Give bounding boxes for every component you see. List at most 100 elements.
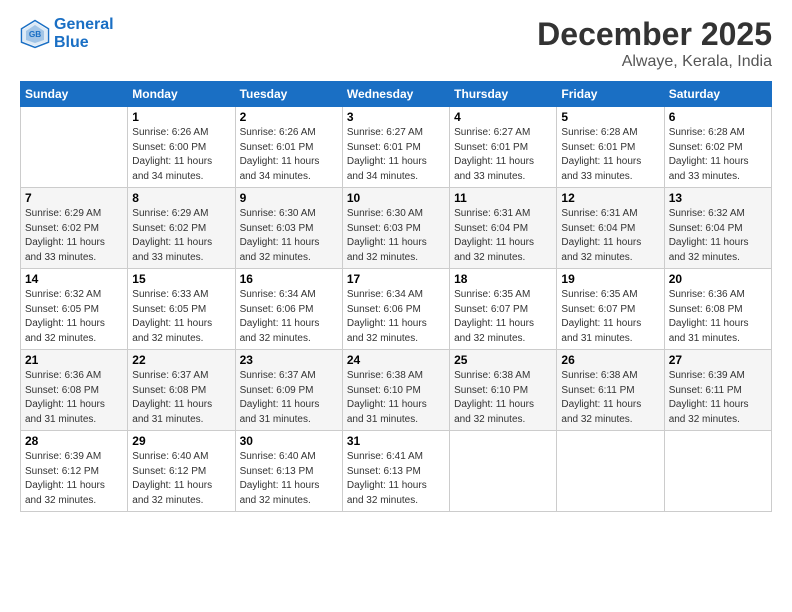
- day-number: 21: [25, 353, 123, 367]
- day-info: Sunrise: 6:33 AMSunset: 6:05 PMDaylight:…: [132, 288, 230, 346]
- day-info: Sunrise: 6:36 AMSunset: 6:08 PMDaylight:…: [25, 369, 123, 427]
- day-info: Sunrise: 6:40 AMSunset: 6:12 PMDaylight:…: [132, 450, 230, 508]
- weekday-header-sunday: Sunday: [21, 82, 128, 107]
- page-container: GB General Blue December 2025 Alwaye, Ke…: [0, 0, 792, 522]
- day-info: Sunrise: 6:30 AMSunset: 6:03 PMDaylight:…: [240, 207, 338, 265]
- day-number: 6: [669, 110, 767, 124]
- day-number: 30: [240, 434, 338, 448]
- calendar-cell: 8 Sunrise: 6:29 AMSunset: 6:02 PMDaylight…: [128, 188, 235, 269]
- calendar-cell: 30Sunrise: 6:40 AMSunset: 6:13 PMDayligh…: [235, 431, 342, 512]
- week-row-5: 28 Sunrise: 6:39 AMSunset: 6:12 PMDayligh…: [21, 431, 772, 512]
- day-number: 31: [347, 434, 445, 448]
- calendar-cell: 24Sunrise: 6:38 AMSunset: 6:10 PMDayligh…: [342, 350, 449, 431]
- day-number: 13: [669, 191, 767, 205]
- calendar-cell: 22Sunrise: 6:37 AMSunset: 6:08 PMDayligh…: [128, 350, 235, 431]
- week-row-3: 14Sunrise: 6:32 AMSunset: 6:05 PMDayligh…: [21, 269, 772, 350]
- calendar-cell: 23 Sunrise: 6:37 AMSunset: 6:09 PMDayligh…: [235, 350, 342, 431]
- calendar-cell: 26Sunrise: 6:38 AMSunset: 6:11 PMDayligh…: [557, 350, 664, 431]
- day-number: 27: [669, 353, 767, 367]
- day-info: Sunrise: 6:38 AMSunset: 6:10 PMDaylight:…: [347, 369, 445, 427]
- day-number: 10: [347, 191, 445, 205]
- day-number: 1: [132, 110, 230, 124]
- calendar-cell: 12Sunrise: 6:31 AMSunset: 6:04 PMDayligh…: [557, 188, 664, 269]
- logo: GB General Blue: [20, 16, 114, 51]
- day-number: 4: [454, 110, 552, 124]
- calendar-cell: 11 Sunrise: 6:31 AMSunset: 6:04 PMDayligh…: [450, 188, 557, 269]
- day-number: 28: [25, 434, 123, 448]
- day-number: 19: [561, 272, 659, 286]
- day-info: Sunrise: 6:39 AMSunset: 6:11 PMDaylight:…: [669, 369, 767, 427]
- month-title: December 2025: [537, 16, 772, 53]
- calendar-cell: 28 Sunrise: 6:39 AMSunset: 6:12 PMDayligh…: [21, 431, 128, 512]
- calendar-cell: 2 Sunrise: 6:26 AMSunset: 6:01 PMDaylight…: [235, 107, 342, 188]
- day-number: 8: [132, 191, 230, 205]
- day-number: 25: [454, 353, 552, 367]
- weekday-header-friday: Friday: [557, 82, 664, 107]
- day-number: 11: [454, 191, 552, 205]
- weekday-header-tuesday: Tuesday: [235, 82, 342, 107]
- day-number: 9: [240, 191, 338, 205]
- calendar-cell: 31 Sunrise: 6:41 AMSunset: 6:13 PMDayligh…: [342, 431, 449, 512]
- calendar-cell: 14Sunrise: 6:32 AMSunset: 6:05 PMDayligh…: [21, 269, 128, 350]
- week-row-4: 21 Sunrise: 6:36 AMSunset: 6:08 PMDayligh…: [21, 350, 772, 431]
- day-number: 20: [669, 272, 767, 286]
- day-info: Sunrise: 6:29 AMSunset: 6:02 PMDaylight:…: [132, 207, 230, 265]
- calendar-cell: 16Sunrise: 6:34 AMSunset: 6:06 PMDayligh…: [235, 269, 342, 350]
- calendar-cell: 20 Sunrise: 6:36 AMSunset: 6:08 PMDayligh…: [664, 269, 771, 350]
- day-info: Sunrise: 6:36 AMSunset: 6:08 PMDaylight:…: [669, 288, 767, 346]
- day-info: Sunrise: 6:38 AMSunset: 6:11 PMDaylight:…: [561, 369, 659, 427]
- calendar-cell: 3Sunrise: 6:27 AMSunset: 6:01 PMDaylight…: [342, 107, 449, 188]
- day-info: Sunrise: 6:34 AMSunset: 6:06 PMDaylight:…: [347, 288, 445, 346]
- calendar-cell: 7 Sunrise: 6:29 AMSunset: 6:02 PMDaylight…: [21, 188, 128, 269]
- weekday-header-thursday: Thursday: [450, 82, 557, 107]
- day-info: Sunrise: 6:27 AMSunset: 6:01 PMDaylight:…: [454, 126, 552, 184]
- weekday-header-monday: Monday: [128, 82, 235, 107]
- calendar-cell: 21 Sunrise: 6:36 AMSunset: 6:08 PMDayligh…: [21, 350, 128, 431]
- location: Alwaye, Kerala, India: [537, 53, 772, 71]
- calendar-cell: 13Sunrise: 6:32 AMSunset: 6:04 PMDayligh…: [664, 188, 771, 269]
- day-info: Sunrise: 6:32 AMSunset: 6:05 PMDaylight:…: [25, 288, 123, 346]
- day-info: Sunrise: 6:35 AMSunset: 6:07 PMDaylight:…: [561, 288, 659, 346]
- day-number: 29: [132, 434, 230, 448]
- day-info: Sunrise: 6:28 AMSunset: 6:02 PMDaylight:…: [669, 126, 767, 184]
- day-info: Sunrise: 6:37 AMSunset: 6:09 PMDaylight:…: [240, 369, 338, 427]
- logo-text: General Blue: [54, 16, 114, 51]
- day-info: Sunrise: 6:28 AMSunset: 6:01 PMDaylight:…: [561, 126, 659, 184]
- day-info: Sunrise: 6:34 AMSunset: 6:06 PMDaylight:…: [240, 288, 338, 346]
- day-info: Sunrise: 6:41 AMSunset: 6:13 PMDaylight:…: [347, 450, 445, 508]
- weekday-header-row: SundayMondayTuesdayWednesdayThursdayFrid…: [21, 82, 772, 107]
- calendar-cell: 1 Sunrise: 6:26 AMSunset: 6:00 PMDaylight…: [128, 107, 235, 188]
- day-info: Sunrise: 6:27 AMSunset: 6:01 PMDaylight:…: [347, 126, 445, 184]
- day-info: Sunrise: 6:26 AMSunset: 6:00 PMDaylight:…: [132, 126, 230, 184]
- day-number: 2: [240, 110, 338, 124]
- title-area: December 2025 Alwaye, Kerala, India: [537, 16, 772, 71]
- day-number: 18: [454, 272, 552, 286]
- svg-text:GB: GB: [29, 30, 41, 39]
- day-info: Sunrise: 6:37 AMSunset: 6:08 PMDaylight:…: [132, 369, 230, 427]
- calendar-cell: 9 Sunrise: 6:30 AMSunset: 6:03 PMDaylight…: [235, 188, 342, 269]
- day-number: 23: [240, 353, 338, 367]
- calendar-table: SundayMondayTuesdayWednesdayThursdayFrid…: [20, 81, 772, 512]
- day-info: Sunrise: 6:30 AMSunset: 6:03 PMDaylight:…: [347, 207, 445, 265]
- weekday-header-saturday: Saturday: [664, 82, 771, 107]
- calendar-cell: [450, 431, 557, 512]
- day-info: Sunrise: 6:29 AMSunset: 6:02 PMDaylight:…: [25, 207, 123, 265]
- calendar-cell: [664, 431, 771, 512]
- day-info: Sunrise: 6:26 AMSunset: 6:01 PMDaylight:…: [240, 126, 338, 184]
- logo-icon: GB: [20, 19, 50, 49]
- logo-line2: Blue: [54, 34, 114, 52]
- calendar-cell: 19 Sunrise: 6:35 AMSunset: 6:07 PMDayligh…: [557, 269, 664, 350]
- day-info: Sunrise: 6:38 AMSunset: 6:10 PMDaylight:…: [454, 369, 552, 427]
- day-info: Sunrise: 6:31 AMSunset: 6:04 PMDaylight:…: [454, 207, 552, 265]
- calendar-cell: 5Sunrise: 6:28 AMSunset: 6:01 PMDaylight…: [557, 107, 664, 188]
- calendar-cell: 10 Sunrise: 6:30 AMSunset: 6:03 PMDayligh…: [342, 188, 449, 269]
- calendar-cell: [557, 431, 664, 512]
- calendar-cell: 25 Sunrise: 6:38 AMSunset: 6:10 PMDayligh…: [450, 350, 557, 431]
- weekday-header-wednesday: Wednesday: [342, 82, 449, 107]
- calendar-cell: 6 Sunrise: 6:28 AMSunset: 6:02 PMDaylight…: [664, 107, 771, 188]
- day-info: Sunrise: 6:39 AMSunset: 6:12 PMDaylight:…: [25, 450, 123, 508]
- header: GB General Blue December 2025 Alwaye, Ke…: [20, 16, 772, 71]
- calendar-cell: 27 Sunrise: 6:39 AMSunset: 6:11 PMDayligh…: [664, 350, 771, 431]
- day-number: 17: [347, 272, 445, 286]
- day-number: 7: [25, 191, 123, 205]
